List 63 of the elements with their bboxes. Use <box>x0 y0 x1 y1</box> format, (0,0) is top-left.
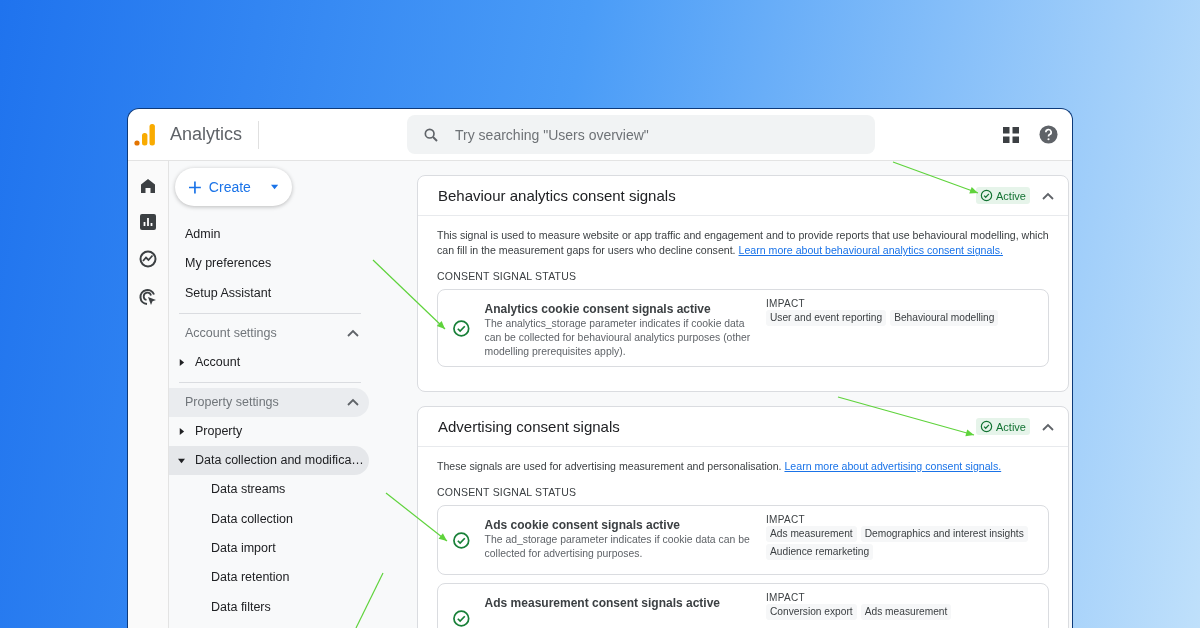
status-heading: CONSENT SIGNAL STATUS <box>437 270 578 282</box>
learn-more-link[interactable]: Learn more about behavioural analytics consent signals. <box>738 244 1003 256</box>
signal-description: The ad_storage parameter indicates if cookie data can be collected for advertising purposes. <box>484 533 751 561</box>
app-name: Analytics <box>170 124 243 145</box>
caret-right-icon[interactable] <box>178 427 185 435</box>
status-heading: CONSENT SIGNAL STATUS <box>437 486 578 498</box>
impact-tag: Audience remarketing <box>766 544 874 560</box>
caret-right-icon[interactable] <box>178 358 185 366</box>
impact-label: IMPACT <box>766 514 806 525</box>
apps-grid-icon[interactable] <box>1003 126 1019 143</box>
section-title: Account settings <box>185 326 277 340</box>
section-title: Property settings <box>185 395 279 409</box>
bar-chart-icon[interactable] <box>140 214 156 230</box>
plus-icon <box>189 179 201 195</box>
sidebar-item[interactable]: Property <box>169 416 369 446</box>
sidebar-item[interactable]: Data retention <box>169 562 401 593</box>
sidebar-item[interactable]: Data collection and modifica… <box>169 445 369 475</box>
signal-title: Analytics cookie consent signals active <box>484 302 712 316</box>
sidebar-item[interactable]: Data filters <box>169 592 401 622</box>
chevron-up-icon[interactable] <box>1042 191 1054 200</box>
caret-down-icon <box>270 184 278 190</box>
impact-tag: Behavioural modelling <box>890 310 999 326</box>
impact-label: IMPACT <box>766 592 806 603</box>
chevron-up-icon[interactable] <box>1042 422 1054 431</box>
bar-chart-logo <box>134 122 156 147</box>
section-header[interactable]: Account settings <box>169 318 369 348</box>
chevron-up-icon[interactable] <box>347 398 359 406</box>
status-badge: Active <box>976 187 1030 204</box>
status-badge: Active <box>976 418 1030 435</box>
signal-description: The analytics_storage parameter indicates if cookie data can be collected for behavioural analytics purposes (other modelling prerequisites apply). <box>484 317 751 359</box>
impact-label: IMPACT <box>766 298 806 309</box>
sidebar-item[interactable]: Setup Assistant <box>169 278 401 308</box>
sidebar-item[interactable]: Account <box>169 347 369 377</box>
trend-icon[interactable] <box>139 250 157 268</box>
sidebar-item[interactable]: Data collection <box>169 503 401 534</box>
card-description: These signals are used for advertising measurement and personalisation. Learn more about advertising consent signals. <box>437 459 1003 474</box>
card-description: This signal is used to measure website or app traffic and engagement and to provide reports that use behavioural modelling, which can fill in the measurement gaps for users who decline consent. Learn more about behavioural analytics consent signals. <box>437 228 1049 258</box>
signal-title: Ads measurement consent signals active <box>484 596 722 610</box>
sidebar-item[interactable]: Data streams <box>169 474 401 504</box>
sidebar-item[interactable]: Admin <box>169 219 401 249</box>
card-title: Advertising consent signals <box>438 418 620 435</box>
home-icon[interactable] <box>140 178 156 194</box>
create-button[interactable]: Create <box>175 168 292 206</box>
signal-title: Ads cookie consent signals active <box>484 518 681 532</box>
learn-more-link[interactable]: Learn more about advertising consent signals. <box>784 460 1002 472</box>
card-title: Behaviour analytics consent signals <box>438 187 676 204</box>
sidebar-item[interactable]: My preferences <box>169 248 401 278</box>
check-circle-icon <box>980 420 994 433</box>
help-icon[interactable] <box>1039 125 1058 144</box>
sidebar-item[interactable]: Data import <box>169 533 401 563</box>
search-icon <box>423 126 440 143</box>
section-header[interactable]: Property settings <box>169 387 369 417</box>
impact-tag: Demographics and interest insights <box>860 526 1028 542</box>
impact-tag: Ads measurement <box>766 526 857 542</box>
search-input[interactable]: Try searching "Users overview" <box>453 125 834 144</box>
search-field[interactable]: Try searching "Users overview" <box>407 115 876 154</box>
chevron-up-icon[interactable] <box>347 329 359 337</box>
caret-down-icon[interactable] <box>178 456 185 464</box>
check-circle-icon <box>980 189 994 202</box>
impact-tag: Ads measurement <box>860 604 952 620</box>
impact-tag: User and event reporting <box>766 310 887 326</box>
target-cursor-icon[interactable] <box>139 288 157 306</box>
impact-tag: Conversion export <box>766 604 857 620</box>
